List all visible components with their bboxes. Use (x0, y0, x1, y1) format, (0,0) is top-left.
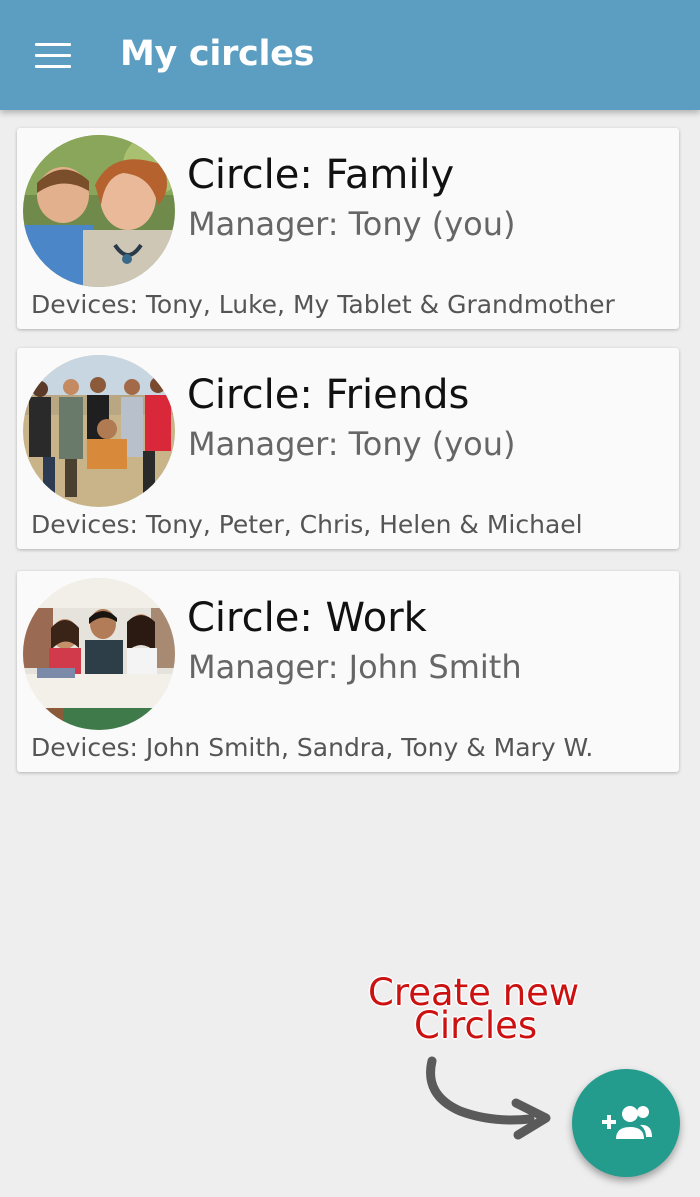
circle-name: Circle: Friends (187, 372, 470, 418)
circle-manager: Manager: John Smith (188, 648, 522, 686)
curved-arrow-icon (426, 1056, 551, 1140)
friends-avatar (23, 355, 175, 507)
create-circles-hint: Create new Circles (368, 974, 588, 1044)
app-bar: My circles (0, 0, 700, 110)
circle-card-friends[interactable]: Circle: Friends Manager: Tony (you) Devi… (17, 348, 679, 549)
circle-manager: Manager: Tony (you) (188, 205, 516, 243)
circle-devices: Devices: John Smith, Sandra, Tony & Mary… (31, 733, 594, 762)
work-avatar (23, 578, 175, 730)
circle-devices: Devices: Tony, Peter, Chris, Helen & Mic… (31, 510, 583, 539)
circle-manager: Manager: Tony (you) (188, 425, 516, 463)
family-avatar (23, 135, 175, 287)
hamburger-menu-icon[interactable] (28, 36, 78, 76)
circle-card-work[interactable]: Circle: Work Manager: John Smith Devices… (17, 571, 679, 772)
add-circle-button[interactable] (572, 1069, 680, 1177)
page-title: My circles (120, 34, 315, 74)
circle-card-family[interactable]: Circle: Family Manager: Tony (you) Devic… (17, 128, 679, 329)
circle-devices: Devices: Tony, Luke, My Tablet & Grandmo… (31, 290, 615, 319)
circle-name: Circle: Family (187, 152, 455, 198)
add-group-icon (602, 1106, 652, 1139)
circle-name: Circle: Work (187, 595, 427, 641)
